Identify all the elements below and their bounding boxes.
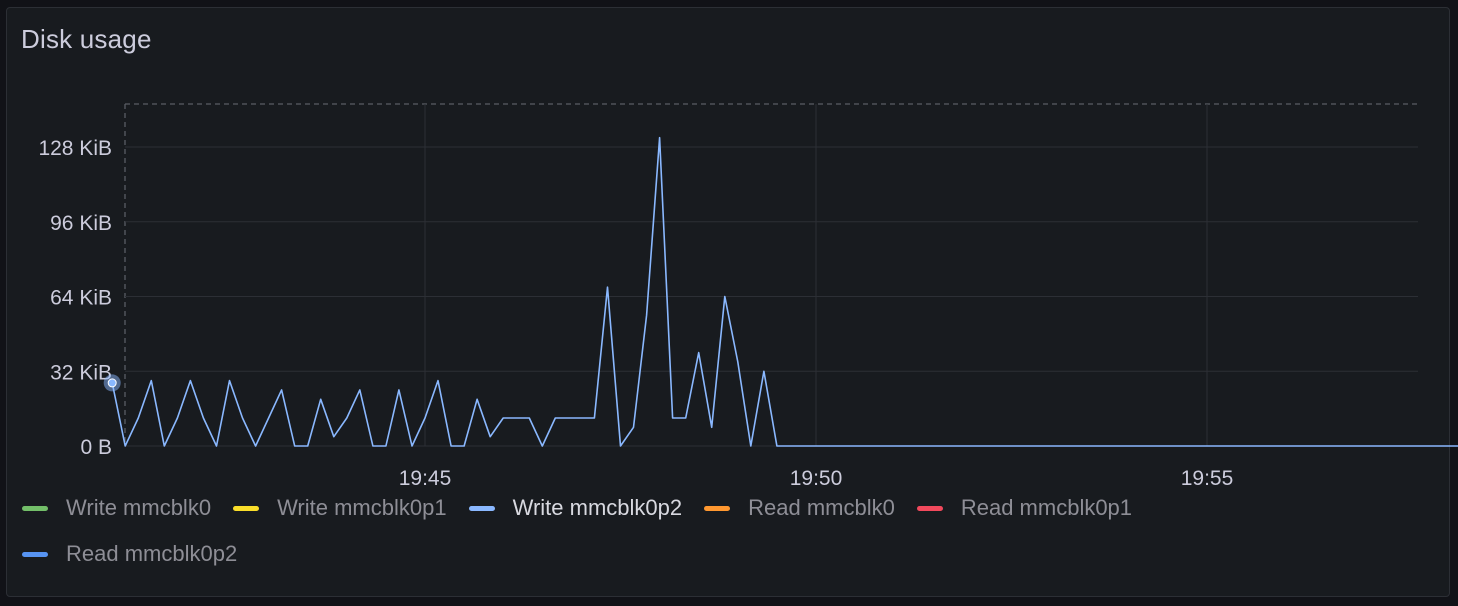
chart-grid — [124, 103, 1418, 447]
series-lines — [103, 136, 1458, 447]
legend-label: Write mmcblk0 — [66, 495, 212, 520]
legend-label: Write mmcblk0p2 — [512, 495, 683, 520]
legend-swatch-icon — [916, 505, 943, 511]
legend-item[interactable]: Read mmcblk0p1 — [916, 494, 1133, 522]
legend-swatch-icon — [233, 505, 260, 511]
chart-legend: Write mmcblk0 Write mmcblk0p1 Write mmcblk… — [22, 494, 1312, 568]
series-line[interactable] — [111, 136, 1458, 447]
y-tick-label: 0 B — [80, 436, 112, 459]
legend-item[interactable]: Write mmcblk0p1 — [233, 494, 447, 522]
legend-label: Read mmcblk0p2 — [66, 541, 238, 566]
legend-item[interactable]: Write mmcblk0 — [22, 494, 211, 522]
y-tick-label: 128 KiB — [38, 137, 112, 160]
legend-swatch-icon — [704, 505, 731, 511]
legend-item[interactable]: Read mmcblk0 — [704, 494, 895, 522]
x-tick-label: 19:50 — [790, 467, 843, 490]
y-tick-label: 32 KiB — [50, 361, 112, 384]
x-tick-label: 19:45 — [399, 467, 452, 490]
legend-item[interactable]: Write mmcblk0p2 — [468, 494, 683, 522]
x-axis-ticks: 19:45 19:50 19:55 — [399, 467, 1234, 490]
y-tick-label: 64 KiB — [50, 287, 112, 310]
legend-swatch-icon — [22, 505, 48, 511]
y-tick-label: 96 KiB — [50, 212, 112, 235]
legend-swatch-icon — [22, 551, 48, 557]
data-point[interactable] — [107, 378, 117, 388]
legend-label: Write mmcblk0p1 — [277, 495, 447, 520]
legend-label: Read mmcblk0p1 — [960, 495, 1133, 520]
y-axis-ticks: 0 B 32 KiB 64 KiB 96 KiB 128 KiB — [38, 137, 112, 459]
legend-label: Read mmcblk0 — [748, 495, 895, 520]
legend-item[interactable]: Read mmcblk0p2 — [22, 540, 237, 568]
legend-swatch-icon — [468, 505, 495, 511]
x-tick-label: 19:55 — [1181, 467, 1234, 490]
